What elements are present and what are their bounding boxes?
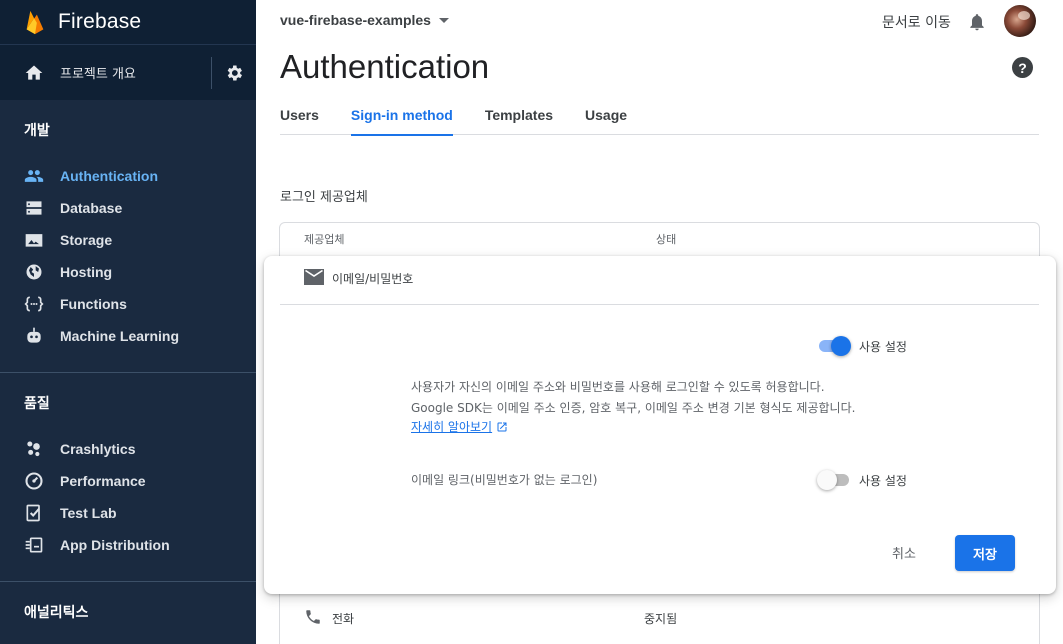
crashlytics-icon — [24, 439, 44, 459]
firebase-brand[interactable]: Firebase — [0, 0, 256, 44]
functions-icon — [24, 294, 44, 314]
section-develop: 개발 Authentication Database Storage Hosti… — [0, 100, 256, 373]
sidebar-item-label: Test Lab — [60, 505, 117, 521]
sidebar-item-functions[interactable]: Functions — [0, 288, 256, 320]
bell-icon[interactable] — [967, 11, 987, 33]
sidebar-item-label: Crashlytics — [60, 441, 136, 457]
email-link-label: 이메일 링크(비밀번호가 없는 로그인) — [411, 473, 598, 487]
sidebar-item-storage[interactable]: Storage — [0, 224, 256, 256]
project-overview[interactable]: 프로젝트 개요 — [0, 44, 256, 100]
sidebar-item-database[interactable]: Database — [0, 192, 256, 224]
project-name: vue-firebase-examples — [280, 12, 431, 28]
testlab-icon — [24, 503, 44, 523]
provider-description: 사용자가 자신의 이메일 주소와 비밀번호를 사용해 로그인할 수 있도록 허용… — [411, 377, 855, 419]
avatar[interactable] — [1004, 5, 1036, 37]
page-title: Authentication — [280, 48, 490, 85]
section-title: 품질 — [24, 396, 50, 412]
provider-name: 이메일/비밀번호 — [332, 272, 414, 286]
enable-email-toggle[interactable] — [817, 336, 851, 356]
sidebar: Firebase 프로젝트 개요 개발 Authentication Datab… — [0, 0, 256, 644]
external-link-icon — [497, 422, 507, 431]
sidebar-item-label: Performance — [60, 473, 146, 489]
divider — [211, 57, 212, 89]
sidebar-item-authentication[interactable]: Authentication — [0, 160, 256, 192]
email-link-enable-label: 사용 설정 — [859, 474, 907, 488]
help-icon[interactable]: ? — [1012, 57, 1033, 78]
mail-icon — [304, 269, 324, 285]
provider-name: 전화 — [332, 612, 355, 626]
sidebar-item-label: Database — [60, 200, 123, 216]
learn-more-label: 자세히 알아보기 — [411, 420, 493, 434]
home-icon — [25, 65, 43, 80]
provider-status: 중지됨 — [644, 612, 678, 626]
section-title[interactable]: 애널리틱스 — [0, 602, 256, 626]
providers-section-title: 로그인 제공업체 — [280, 190, 368, 205]
people-icon — [24, 166, 44, 186]
performance-icon — [24, 471, 44, 491]
cancel-button[interactable]: 취소 — [892, 543, 916, 562]
column-header-status: 상태 — [656, 233, 677, 246]
sidebar-item-label: Storage — [60, 232, 113, 248]
hosting-icon — [24, 262, 44, 282]
divider — [280, 304, 1039, 305]
sidebar-item-machine-learning[interactable]: Machine Learning — [0, 320, 256, 352]
section-title: 개발 — [24, 123, 50, 139]
toggle-knob — [831, 336, 851, 356]
firebase-logo-icon — [26, 10, 44, 35]
save-button[interactable]: 저장 — [955, 535, 1015, 571]
sidebar-item-label: App Distribution — [60, 537, 170, 553]
tab-templates[interactable]: Templates — [485, 96, 553, 135]
tab-bar: Users Sign-in method Templates Usage — [280, 96, 1039, 136]
caret-down-icon — [438, 17, 449, 23]
sidebar-item-test-lab[interactable]: Test Lab — [0, 497, 256, 529]
sidebar-item-performance[interactable]: Performance — [0, 465, 256, 497]
sidebar-item-crashlytics[interactable]: Crashlytics — [0, 433, 256, 465]
gear-icon[interactable] — [224, 63, 244, 83]
sidebar-item-hosting[interactable]: Hosting — [0, 256, 256, 288]
toggle-knob — [817, 470, 837, 490]
app-distribution-icon — [24, 535, 44, 555]
project-overview-label: 프로젝트 개요 — [60, 67, 136, 82]
project-selector[interactable]: vue-firebase-examples — [280, 12, 449, 28]
provider-row-phone[interactable]: 전화 중지됨 — [280, 598, 1039, 644]
database-icon — [24, 198, 44, 218]
tab-users[interactable]: Users — [280, 96, 319, 135]
description-line: 사용자가 자신의 이메일 주소와 비밀번호를 사용해 로그인할 수 있도록 허용… — [411, 380, 825, 394]
docs-link[interactable]: 문서로 이동 — [882, 12, 951, 32]
section-quality: 품질 Crashlytics Performance Test Lab App … — [0, 373, 256, 582]
sidebar-item-label: Functions — [60, 296, 127, 312]
sidebar-item-label: Authentication — [60, 168, 158, 184]
robot-icon — [24, 326, 44, 346]
column-header-provider: 제공업체 — [304, 233, 345, 246]
phone-icon — [306, 610, 320, 624]
sidebar-item-app-distribution[interactable]: App Distribution — [0, 529, 256, 561]
sidebar-item-label: Machine Learning — [60, 328, 180, 344]
learn-more-link[interactable]: 자세히 알아보기 — [411, 418, 508, 435]
section-analytics: 애널리틱스 — [0, 582, 256, 626]
storage-icon — [24, 230, 44, 250]
email-link-toggle[interactable] — [817, 470, 851, 490]
email-provider-panel: 이메일/비밀번호 사용 설정 사용자가 자신의 이메일 주소와 비밀번호를 사용… — [264, 256, 1056, 594]
enable-label: 사용 설정 — [859, 340, 907, 354]
description-line: Google SDK는 이메일 주소 인증, 암호 복구, 이메일 주소 변경 … — [411, 401, 856, 415]
tab-usage[interactable]: Usage — [585, 96, 627, 135]
sidebar-item-label: Hosting — [60, 264, 113, 280]
brand-name: Firebase — [58, 10, 142, 33]
tab-sign-in-method[interactable]: Sign-in method — [350, 96, 453, 136]
